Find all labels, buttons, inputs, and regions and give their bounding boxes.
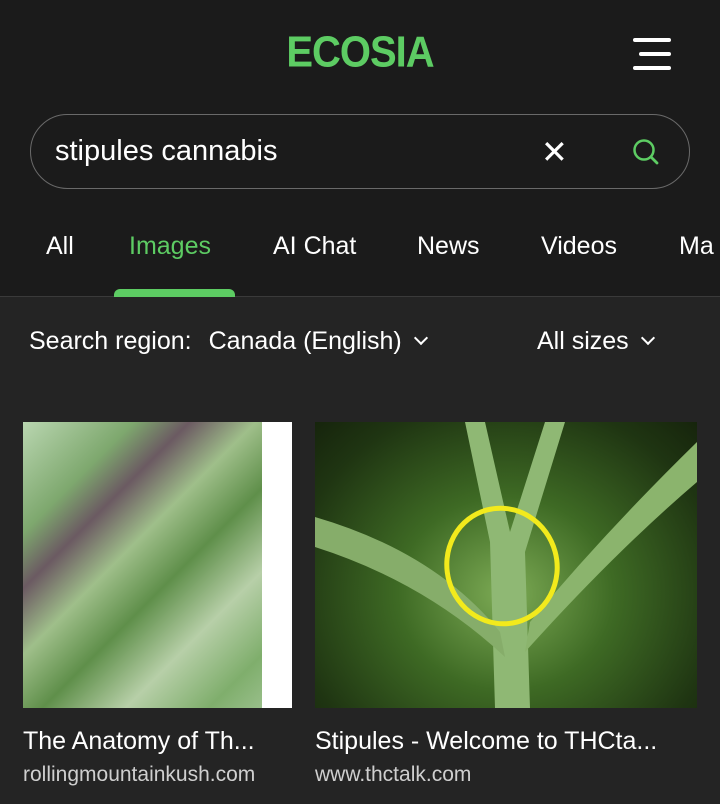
tab-maps[interactable]: Ma [679,232,714,261]
search-query[interactable]: stipules cannabis [55,135,277,168]
close-icon[interactable]: ✕ [541,133,568,171]
chevron-down-icon [640,330,655,346]
ecosia-logo[interactable]: ECOSIA [0,28,720,78]
header: ECOSIA stipules cannabis ✕ All Images AI… [0,0,720,297]
chevron-down-icon [413,330,428,346]
active-tab-indicator [114,289,235,297]
search-icon[interactable] [631,137,661,167]
result-title[interactable]: The Anatomy of Th... [23,727,255,756]
plant-stem-illustration [315,422,697,708]
result-domain: www.thctalk.com [315,763,472,786]
region-label: Search region: [29,327,192,355]
tab-images[interactable]: Images [129,232,211,261]
region-filter[interactable]: Search region: Canada (English) [29,327,428,356]
size-filter[interactable]: All sizes [537,327,655,356]
result-image[interactable] [315,422,697,708]
result-title[interactable]: Stipules - Welcome to THCta... [315,727,657,756]
search-input[interactable]: stipules cannabis ✕ [30,114,690,189]
tab-news[interactable]: News [417,232,480,261]
result-domain: rollingmountainkush.com [23,763,256,786]
region-value: Canada (English) [208,327,402,355]
result-image[interactable] [23,422,292,708]
tab-all[interactable]: All [46,232,74,261]
hamburger-icon[interactable] [633,38,671,70]
tab-bar: All Images AI Chat News Videos Ma [0,232,720,272]
size-value: All sizes [537,327,629,355]
tab-videos[interactable]: Videos [541,232,617,261]
tab-ai-chat[interactable]: AI Chat [273,232,356,261]
